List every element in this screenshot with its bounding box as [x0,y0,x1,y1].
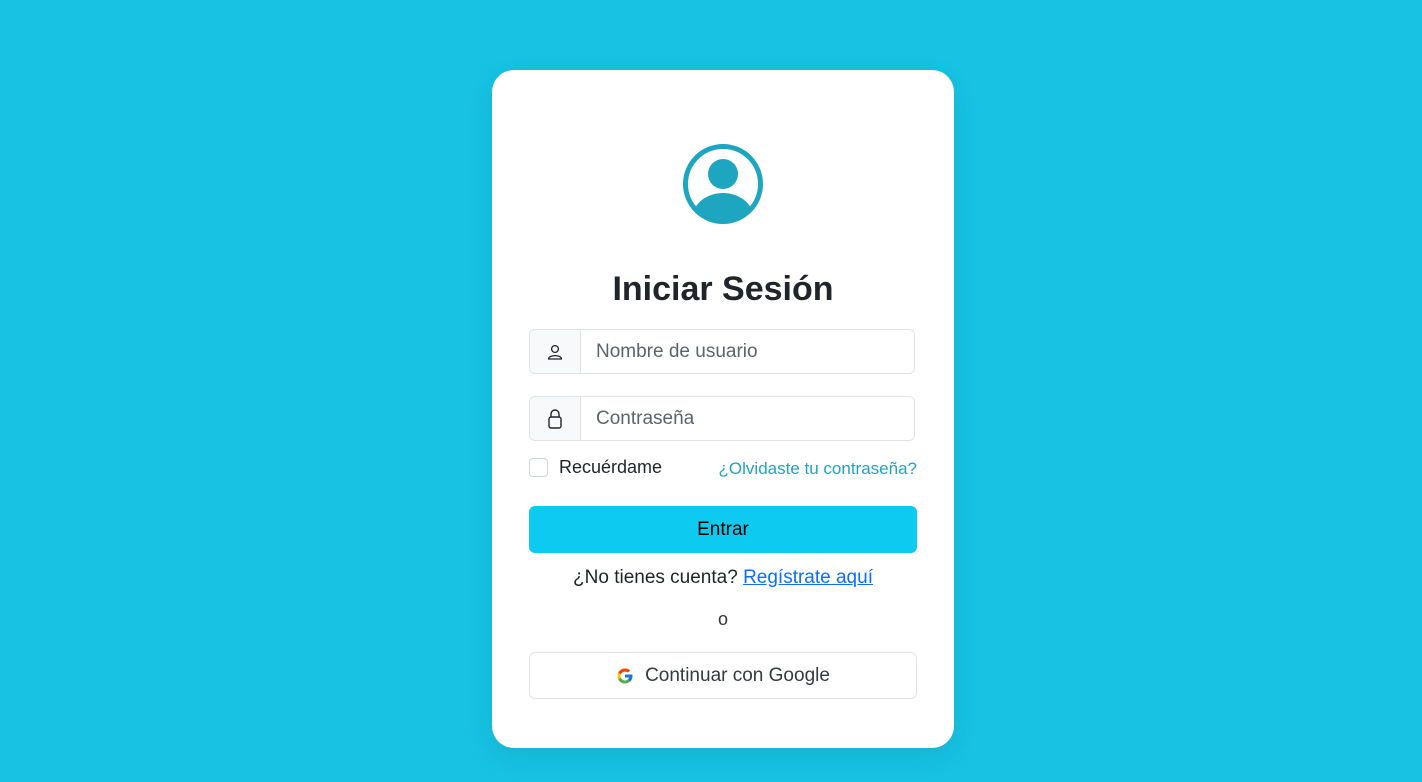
password-group [529,396,915,441]
login-card: Iniciar Sesión Recuérdame ¿Olvidaste tu … [492,70,954,748]
or-divider: o [717,609,728,629]
page-title: Iniciar Sesión [612,270,834,308]
register-prompt: ¿No tienes cuenta? Regístrate aquí [492,567,954,589]
register-prompt-text: ¿No tienes cuenta? [573,567,738,588]
username-group [529,329,915,374]
username-input[interactable] [581,330,914,373]
register-link[interactable]: Regístrate aquí [743,567,873,588]
user-avatar-icon [682,143,764,225]
google-icon [616,667,634,685]
lock-icon [530,397,581,440]
forgot-password-link[interactable]: ¿Olvidaste tu contraseña? [719,459,917,479]
remember-me[interactable]: Recuérdame [529,457,662,478]
person-icon [530,330,581,373]
remember-checkbox[interactable] [529,458,548,477]
google-signin-button[interactable]: Continuar con Google [529,652,917,699]
login-button[interactable]: Entrar [529,506,917,553]
google-button-label: Continuar con Google [645,664,830,686]
password-input[interactable] [581,397,914,440]
remember-label: Recuérdame [559,457,663,477]
